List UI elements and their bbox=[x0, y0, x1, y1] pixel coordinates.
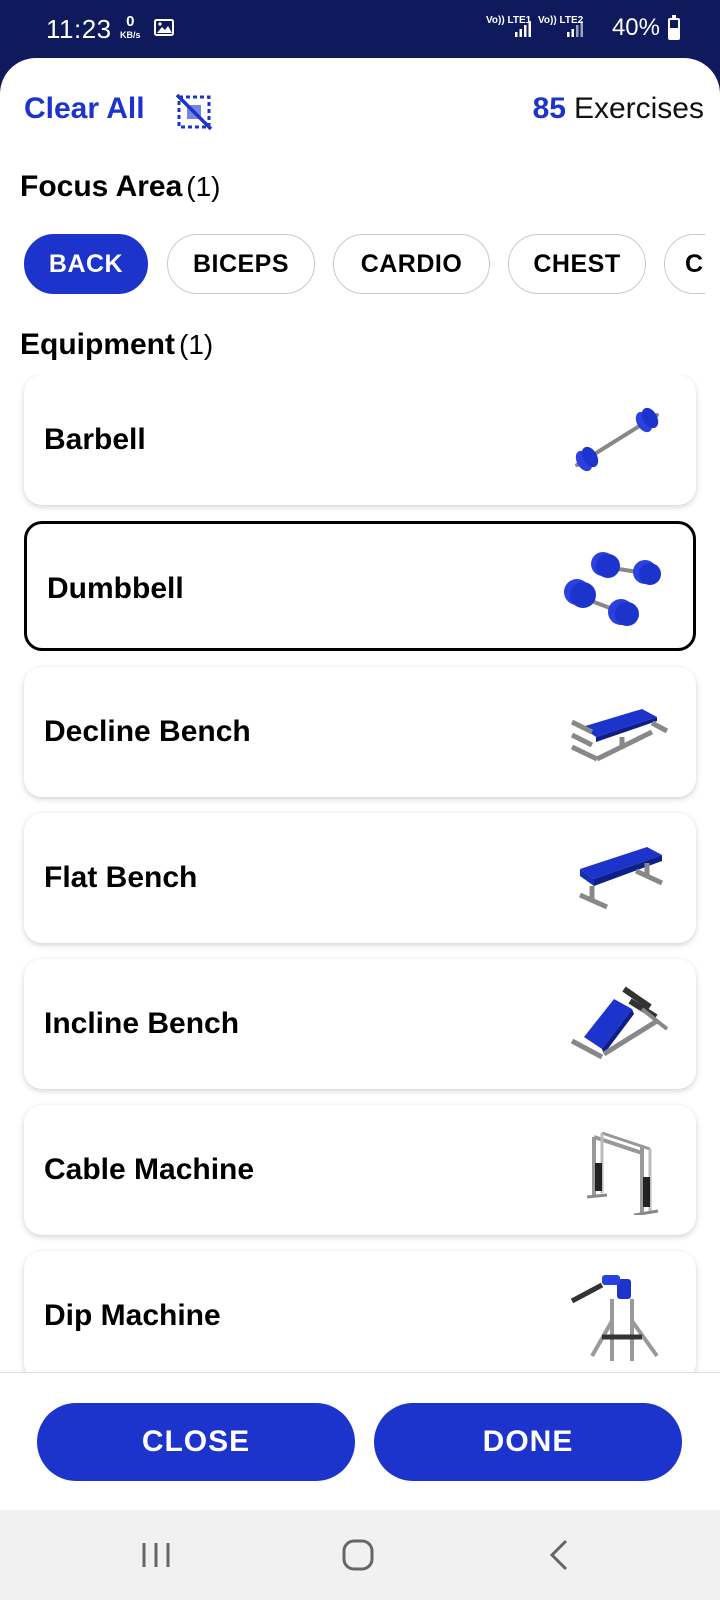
status-time: 11:23 bbox=[46, 14, 112, 44]
equipment-label: Cable Machine bbox=[44, 1153, 255, 1186]
equipment-list: Barbell Dumbbell Decline Bench Flat Benc… bbox=[0, 375, 720, 1372]
system-nav-bar bbox=[0, 1510, 720, 1600]
cable-machine-icon bbox=[586, 1131, 659, 1215]
equipment-label: Flat Bench bbox=[44, 861, 198, 894]
action-bar: CLOSE DONE bbox=[0, 1372, 720, 1510]
clear-all-button[interactable]: Clear All bbox=[24, 92, 145, 126]
close-button[interactable]: CLOSE bbox=[37, 1403, 355, 1481]
exercise-count: 85 Exercises bbox=[533, 92, 704, 126]
recent-apps-icon[interactable] bbox=[136, 1535, 176, 1575]
equipment-label: Dip Machine bbox=[44, 1299, 221, 1332]
dip-machine-icon bbox=[570, 1275, 659, 1361]
sheet-header: Clear All 85 Exercises bbox=[0, 58, 720, 168]
filter-sheet: Clear All 85 Exercises Focus Area (1) BACK… bbox=[0, 58, 720, 1510]
exercise-count-label: Exercises bbox=[573, 92, 704, 125]
focus-area-chips: BACK BICEPS CARDIO CHEST C bbox=[0, 234, 705, 300]
network-speed: 0 KB/s bbox=[120, 13, 141, 41]
chip-biceps[interactable]: BICEPS bbox=[167, 234, 315, 294]
barbell-icon bbox=[575, 407, 659, 472]
home-icon[interactable] bbox=[338, 1535, 378, 1575]
flat-bench-icon bbox=[578, 847, 664, 910]
back-icon[interactable] bbox=[540, 1535, 580, 1575]
equipment-count: (1) bbox=[179, 329, 214, 360]
decline-bench-icon bbox=[570, 709, 669, 762]
battery-percent: 40% bbox=[611, 14, 660, 41]
chip-cardio[interactable]: CARDIO bbox=[333, 234, 490, 294]
equipment-label: Barbell bbox=[44, 423, 146, 456]
signal-icon bbox=[567, 21, 583, 37]
equipment-card-flat-bench[interactable]: Flat Bench bbox=[24, 813, 696, 943]
status-bar: 11:23 0 KB/s Vo)) LTE1 Vo)) LTE2 40% bbox=[0, 0, 720, 60]
equipment-label: Decline Bench bbox=[44, 715, 251, 748]
equipment-title: Equipment (1) bbox=[20, 328, 214, 361]
clear-filter-icon[interactable] bbox=[174, 92, 214, 132]
incline-bench-icon bbox=[570, 986, 669, 1060]
battery-icon bbox=[668, 15, 680, 40]
equipment-card-dumbbell[interactable]: Dumbbell bbox=[24, 521, 696, 651]
done-button[interactable]: DONE bbox=[374, 1403, 682, 1481]
dumbbell-icon bbox=[564, 552, 661, 626]
equipment-card-cable-machine[interactable]: Cable Machine bbox=[24, 1105, 696, 1235]
chip-partial[interactable]: C bbox=[664, 234, 705, 294]
chip-chest[interactable]: CHEST bbox=[508, 234, 646, 294]
equipment-card-dip-machine[interactable]: Dip Machine bbox=[24, 1251, 696, 1372]
equipment-card-barbell[interactable]: Barbell bbox=[24, 375, 696, 505]
focus-area-count: (1) bbox=[186, 171, 221, 202]
signal-icon bbox=[515, 21, 531, 37]
equipment-card-decline-bench[interactable]: Decline Bench bbox=[24, 667, 696, 797]
exercise-count-number: 85 bbox=[532, 92, 566, 125]
gallery-icon bbox=[154, 19, 174, 36]
focus-area-title: Focus Area (1) bbox=[20, 170, 221, 203]
chip-back[interactable]: BACK bbox=[24, 234, 148, 294]
equipment-card-incline-bench[interactable]: Incline Bench bbox=[24, 959, 696, 1089]
equipment-label: Dumbbell bbox=[47, 572, 184, 605]
equipment-label: Incline Bench bbox=[44, 1007, 240, 1040]
